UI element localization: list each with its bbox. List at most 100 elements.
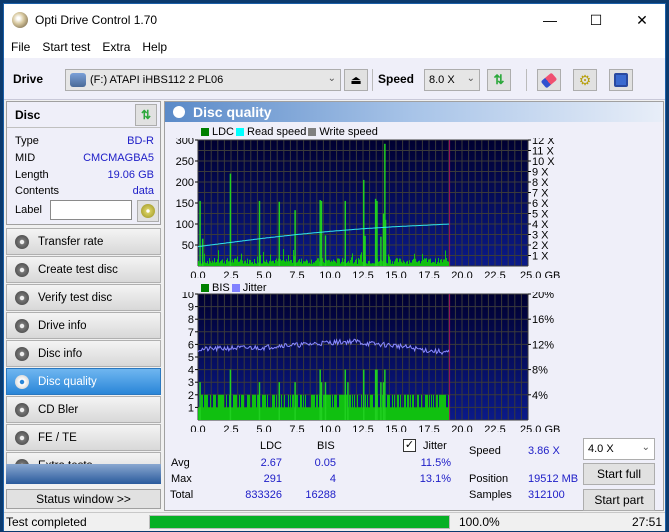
nav-fe-te[interactable]: FE / TE bbox=[6, 424, 161, 451]
disc-label-input[interactable] bbox=[50, 200, 132, 220]
ldc-bar bbox=[270, 254, 271, 266]
ldc-spike bbox=[320, 200, 323, 266]
start-full-button[interactable]: Start full bbox=[583, 463, 655, 485]
bis-bar bbox=[424, 407, 425, 420]
y2-tick-label: 11 X bbox=[532, 146, 554, 158]
avg-bis: 0.05 bbox=[314, 457, 336, 469]
bis-bar bbox=[339, 394, 340, 420]
nav-disc-info[interactable]: Disc info bbox=[6, 340, 161, 367]
bis-bar bbox=[370, 394, 371, 420]
save-button[interactable] bbox=[609, 69, 633, 91]
ldc-bar bbox=[236, 259, 237, 266]
x-tick-label: 15.0 bbox=[385, 270, 406, 278]
maximize-button[interactable]: ☐ bbox=[573, 4, 619, 36]
bis-spike bbox=[380, 382, 382, 420]
ldc-spike bbox=[324, 235, 327, 266]
ldc-bar bbox=[292, 262, 293, 266]
bis-bar bbox=[398, 394, 399, 420]
bis-bar bbox=[332, 394, 333, 420]
nav-create-test-disc[interactable]: Create test disc bbox=[6, 256, 161, 283]
eject-button[interactable]: ⏏ bbox=[344, 69, 368, 91]
start-part-button[interactable]: Start part bbox=[583, 489, 655, 511]
bis-bar bbox=[436, 394, 437, 420]
close-button[interactable]: ✕ bbox=[619, 4, 665, 36]
nav-verify-test-disc[interactable]: Verify test disc bbox=[6, 284, 161, 311]
ldc-bar bbox=[265, 261, 266, 266]
bis-bar bbox=[253, 394, 254, 420]
bis-bar bbox=[312, 394, 313, 420]
drive-select[interactable]: (F:) ATAPI iHBS112 2 PL06 ⌄ bbox=[65, 69, 341, 91]
ldc-bar bbox=[396, 258, 397, 266]
ldc-bar bbox=[306, 259, 307, 266]
bis-bar bbox=[409, 407, 410, 420]
ldc-bar bbox=[303, 261, 304, 266]
nav-cd-bler[interactable]: CD Bler bbox=[6, 396, 161, 423]
max-label: Max bbox=[171, 473, 192, 485]
total-bis: 16288 bbox=[305, 489, 336, 501]
test-speed-select[interactable]: 4.0 X ⌄ bbox=[583, 438, 655, 460]
bis-bar bbox=[267, 394, 268, 420]
ldc-bar bbox=[335, 261, 336, 266]
bis-bar bbox=[327, 394, 328, 420]
bis-bar bbox=[426, 394, 427, 420]
ldc-bar bbox=[266, 259, 267, 266]
samples-label: Samples bbox=[469, 489, 512, 501]
bis-bar bbox=[335, 394, 336, 420]
ldc-bar bbox=[411, 262, 412, 266]
bis-bar bbox=[369, 407, 370, 420]
legend-swatch-read bbox=[236, 128, 245, 136]
bis-bar bbox=[289, 407, 290, 420]
nav-drive-info[interactable]: Drive info bbox=[6, 312, 161, 339]
ldc-bar bbox=[222, 259, 223, 266]
x-tick-label: 10.0 bbox=[319, 424, 340, 432]
progress-text: 100.0% bbox=[459, 515, 500, 529]
nav-transfer-rate[interactable]: Transfer rate bbox=[6, 228, 161, 255]
ldc-bar bbox=[226, 259, 227, 266]
bis-bar bbox=[333, 407, 334, 420]
bis-bar bbox=[445, 394, 446, 420]
speed-select[interactable]: 8.0 X ⌄ bbox=[424, 69, 480, 91]
refresh-button[interactable]: ⇅ bbox=[487, 69, 511, 91]
bis-bar bbox=[235, 394, 236, 420]
disc-refresh-button[interactable]: ⇅ bbox=[135, 104, 157, 126]
bis-bar bbox=[219, 394, 220, 420]
menu-extra[interactable]: Extra bbox=[97, 40, 135, 54]
minimize-button[interactable]: — bbox=[527, 4, 573, 36]
bis-bar bbox=[367, 394, 368, 420]
ldc-bar bbox=[341, 261, 342, 266]
bis-bar bbox=[447, 407, 448, 420]
jitter-checkbox[interactable]: ✓ bbox=[403, 439, 416, 452]
x-tick-label: 5.0 bbox=[256, 424, 271, 432]
disc-contents-label: Contents bbox=[15, 185, 60, 197]
menu-help[interactable]: Help bbox=[137, 40, 172, 54]
status-window-button[interactable]: Status window >> bbox=[6, 489, 161, 509]
bis-bar bbox=[373, 407, 374, 420]
bis-bar bbox=[358, 407, 359, 420]
disc-mid-value: CMCMAGBA5 bbox=[83, 152, 154, 164]
x-tick-label: 2.5 bbox=[223, 270, 238, 278]
erase-button[interactable] bbox=[537, 69, 561, 91]
ldc-bar bbox=[436, 263, 437, 266]
disc-label-label: Label bbox=[15, 204, 42, 216]
bis-bar bbox=[362, 407, 363, 420]
ldc-bar bbox=[438, 258, 439, 266]
ldc-bar bbox=[367, 263, 368, 266]
bis-bar bbox=[240, 407, 241, 420]
bis-bar bbox=[269, 407, 270, 420]
ldc-bar bbox=[248, 263, 249, 266]
ldc-bar bbox=[201, 263, 202, 266]
menu-file[interactable]: File bbox=[6, 40, 35, 54]
bis-bar bbox=[282, 407, 283, 420]
ldc-bar bbox=[250, 259, 251, 266]
settings-button[interactable]: ⚙ bbox=[573, 69, 597, 91]
ldc-spike bbox=[374, 198, 377, 266]
menu-start-test[interactable]: Start test bbox=[37, 40, 95, 54]
progress-bar bbox=[149, 515, 450, 529]
disc-label-button[interactable] bbox=[137, 200, 159, 222]
bis-bar bbox=[355, 407, 356, 420]
eject-icon: ⏏ bbox=[350, 73, 362, 87]
ldc-bar bbox=[283, 249, 284, 266]
bis-bar bbox=[264, 394, 265, 420]
nav-disc-quality[interactable]: Disc quality bbox=[6, 368, 161, 395]
ldc-bar bbox=[424, 258, 425, 266]
